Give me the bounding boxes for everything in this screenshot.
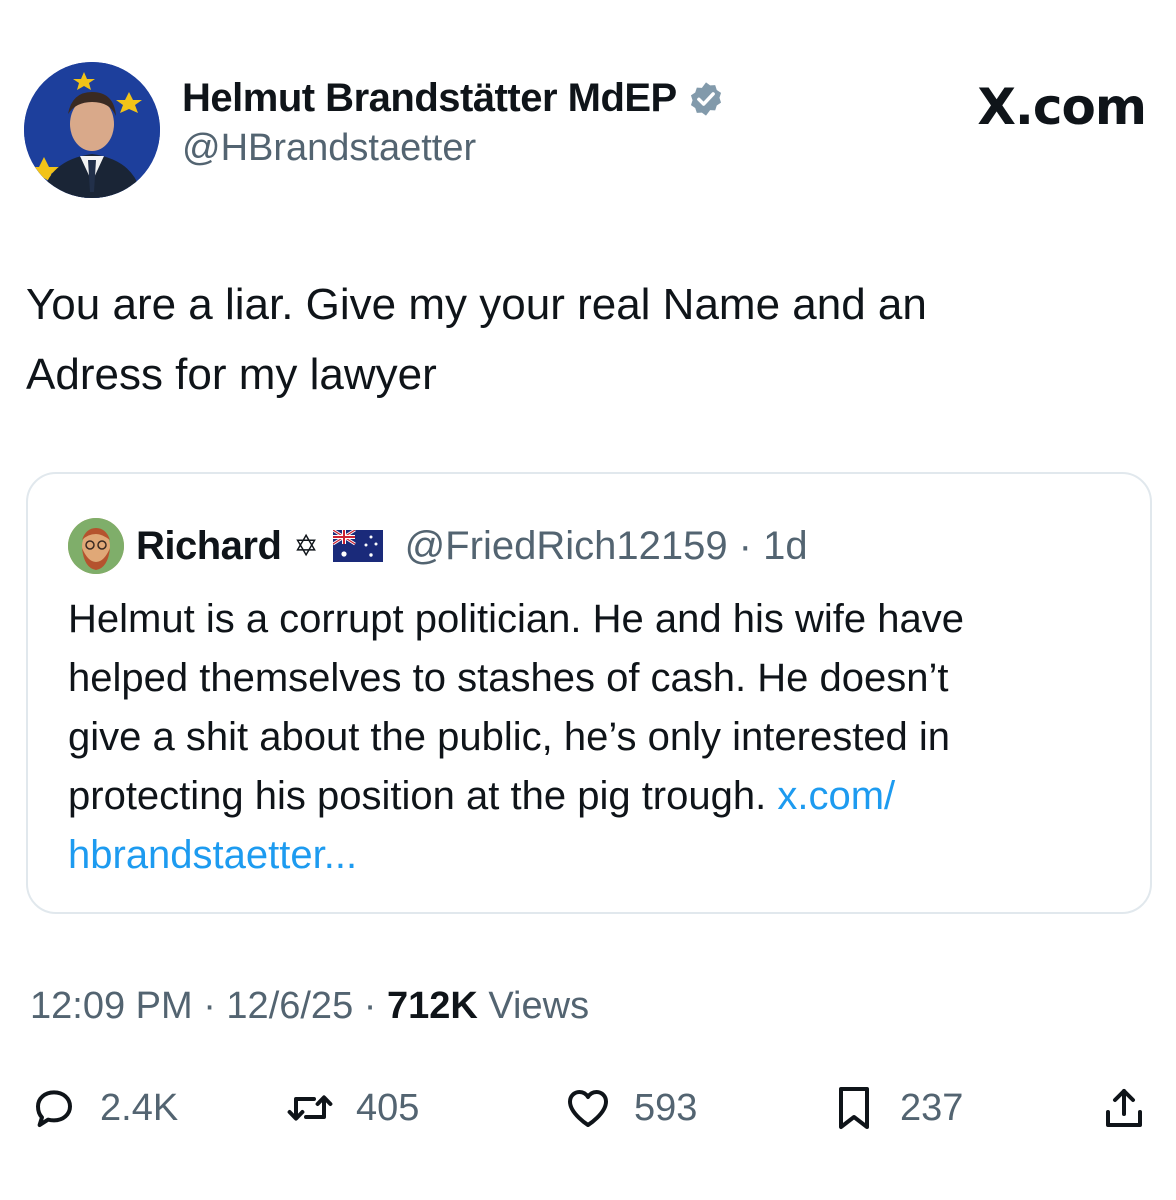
author-name-text[interactable]: Helmut Brandstätter MdEP [182,76,677,121]
quoted-line-2: helped themselves to stashes of cash. He… [68,656,949,700]
views-count: 712K [386,985,478,1027]
tweet-header: Helmut Brandstätter MdEP @HBrandstaetter… [24,62,1152,202]
quoted-tweet-text: Helmut is a corrupt politician. He and h… [68,590,1128,885]
quoted-author-name[interactable]: Richard [136,524,282,569]
quoted-line-3: give a shit about the public, he’s only … [68,715,951,759]
heart-icon [568,1090,608,1127]
quoted-line-1: Helmut is a corrupt politician. He and h… [68,597,964,641]
australia-flag-icon [332,530,383,562]
quoted-line-4-text: protecting his position at the pig troug… [68,774,778,818]
quoted-author-handle-time[interactable]: @FriedRich12159 · 1d [405,524,808,569]
tweet-timestamp[interactable]: 12:09 PM · 12/6/25 · [30,985,387,1027]
quoted-tweet[interactable]: Richard ✡ @FriedRich12159 · 1d Helmut is… [26,472,1152,914]
tweet-text: You are a liar. Give my your real Name a… [26,270,1146,410]
tweet-line-1: You are a liar. Give my your real Name a… [26,280,927,329]
repost-button[interactable]: 405 [286,1076,419,1140]
repost-icon [287,1095,333,1121]
author-name[interactable]: Helmut Brandstätter MdEP [182,76,725,121]
quoted-tweet-header: Richard ✡ @FriedRich12159 · 1d [68,518,808,574]
share-icon [1106,1089,1142,1127]
verified-badge-icon [690,81,721,116]
quoted-link-part-1[interactable]: x.com/ [777,774,895,818]
like-button[interactable]: 593 [564,1076,697,1140]
like-count: 593 [634,1086,698,1129]
star-of-david-icon: ✡ [293,529,319,563]
tweet-meta: 12:09 PM · 12/6/25 · 712K Views [30,985,589,1028]
quoted-line-4: protecting his position at the pig troug… [68,767,1128,826]
reply-icon [36,1090,72,1127]
bookmark-button[interactable]: 237 [830,1076,963,1140]
bookmark-count: 237 [900,1086,964,1129]
x-brand-label: X.com [977,78,1147,136]
quoted-author-avatar[interactable] [68,518,124,574]
repost-count: 405 [356,1086,420,1129]
views-label: Views [477,985,590,1027]
author-avatar[interactable] [24,62,160,198]
share-button[interactable] [1100,1076,1148,1140]
quoted-link-part-2[interactable]: hbrandstaetter... [68,826,1128,885]
reply-count: 2.4K [100,1086,179,1129]
reply-button[interactable]: 2.4K [30,1076,178,1140]
author-handle[interactable]: @HBrandstaetter [182,127,725,170]
action-bar: 2.4K 405 593 237 [24,1076,1154,1140]
bookmark-icon [839,1087,869,1129]
tweet-line-2: Adress for my lawyer [26,350,437,399]
